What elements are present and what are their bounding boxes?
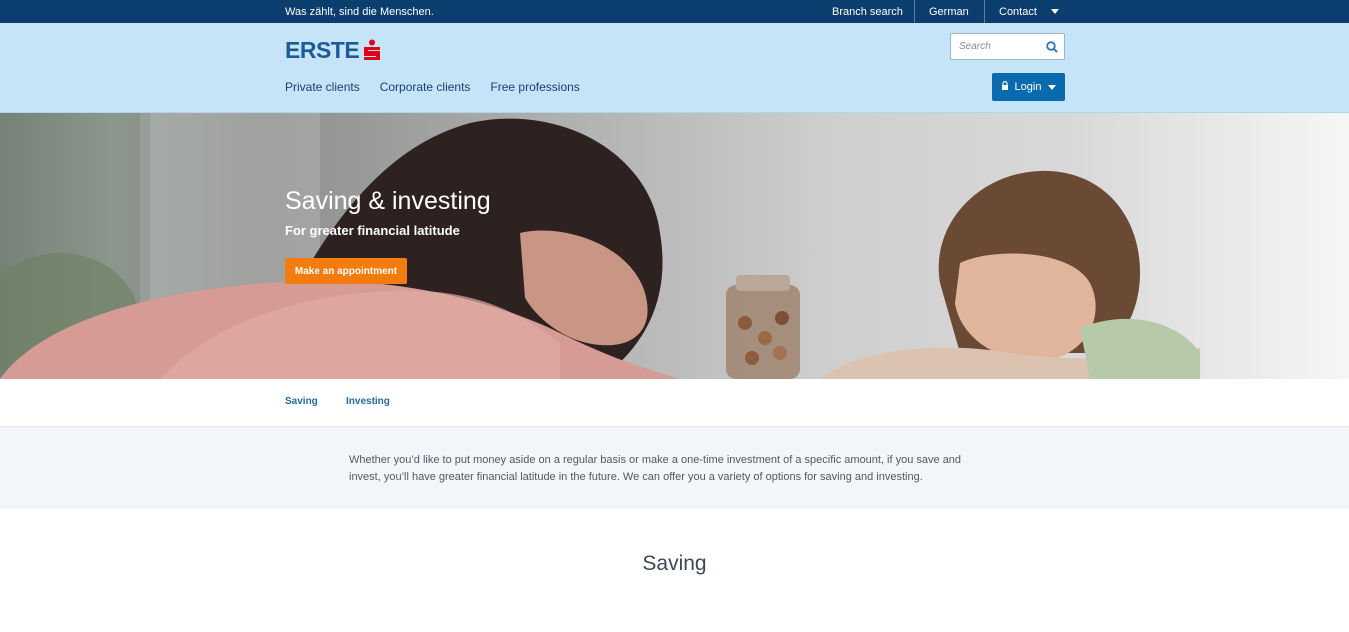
section-tabs: Saving Investing — [0, 379, 1349, 427]
nav-corporate-clients[interactable]: Corporate clients — [380, 80, 471, 94]
lock-icon — [1001, 81, 1009, 93]
branch-search-label: Branch search — [832, 5, 903, 18]
main-nav: Private clients Corporate clients Free p… — [285, 80, 600, 94]
contact-dropdown[interactable]: Contact — [984, 0, 1073, 23]
nav-free-professions[interactable]: Free professions — [490, 80, 579, 94]
chevron-down-icon — [1050, 9, 1059, 14]
language-label: German — [929, 5, 969, 18]
nav-private-clients[interactable]: Private clients — [285, 80, 360, 94]
top-utility-bar: Was zählt, sind die Menschen. Branch sea… — [0, 0, 1349, 23]
site-header: ERSTE Private clients Corporate clients … — [0, 23, 1349, 113]
hero-subtitle: For greater financial latitude — [285, 223, 460, 238]
search-input[interactable] — [959, 39, 1039, 54]
erste-logo[interactable]: ERSTE — [285, 37, 382, 63]
section-title: Saving — [642, 552, 707, 575]
tab-saving[interactable]: Saving — [285, 396, 318, 407]
tab-investing[interactable]: Investing — [346, 396, 390, 407]
contact-label: Contact — [999, 5, 1037, 18]
search-field[interactable] — [950, 33, 1065, 60]
intro-section: Whether you’d like to put money aside on… — [0, 427, 1349, 509]
logo-text: ERSTE — [285, 36, 360, 63]
erste-s-icon — [362, 39, 382, 61]
branch-search-link[interactable]: Branch search — [818, 0, 917, 23]
hero-title: Saving & investing — [285, 187, 491, 215]
language-link[interactable]: German — [914, 0, 983, 23]
login-button[interactable]: Login — [992, 73, 1065, 101]
intro-text: Whether you’d like to put money aside on… — [349, 454, 962, 483]
make-appointment-button[interactable]: Make an appointment — [285, 258, 407, 284]
login-label: Login — [1014, 81, 1042, 93]
tagline: Was zählt, sind die Menschen. — [285, 6, 434, 18]
search-icon[interactable] — [1046, 40, 1058, 58]
hero-image — [0, 113, 1200, 379]
chevron-down-icon — [1048, 84, 1057, 90]
hero-banner: Saving & investing For greater financial… — [0, 113, 1349, 379]
